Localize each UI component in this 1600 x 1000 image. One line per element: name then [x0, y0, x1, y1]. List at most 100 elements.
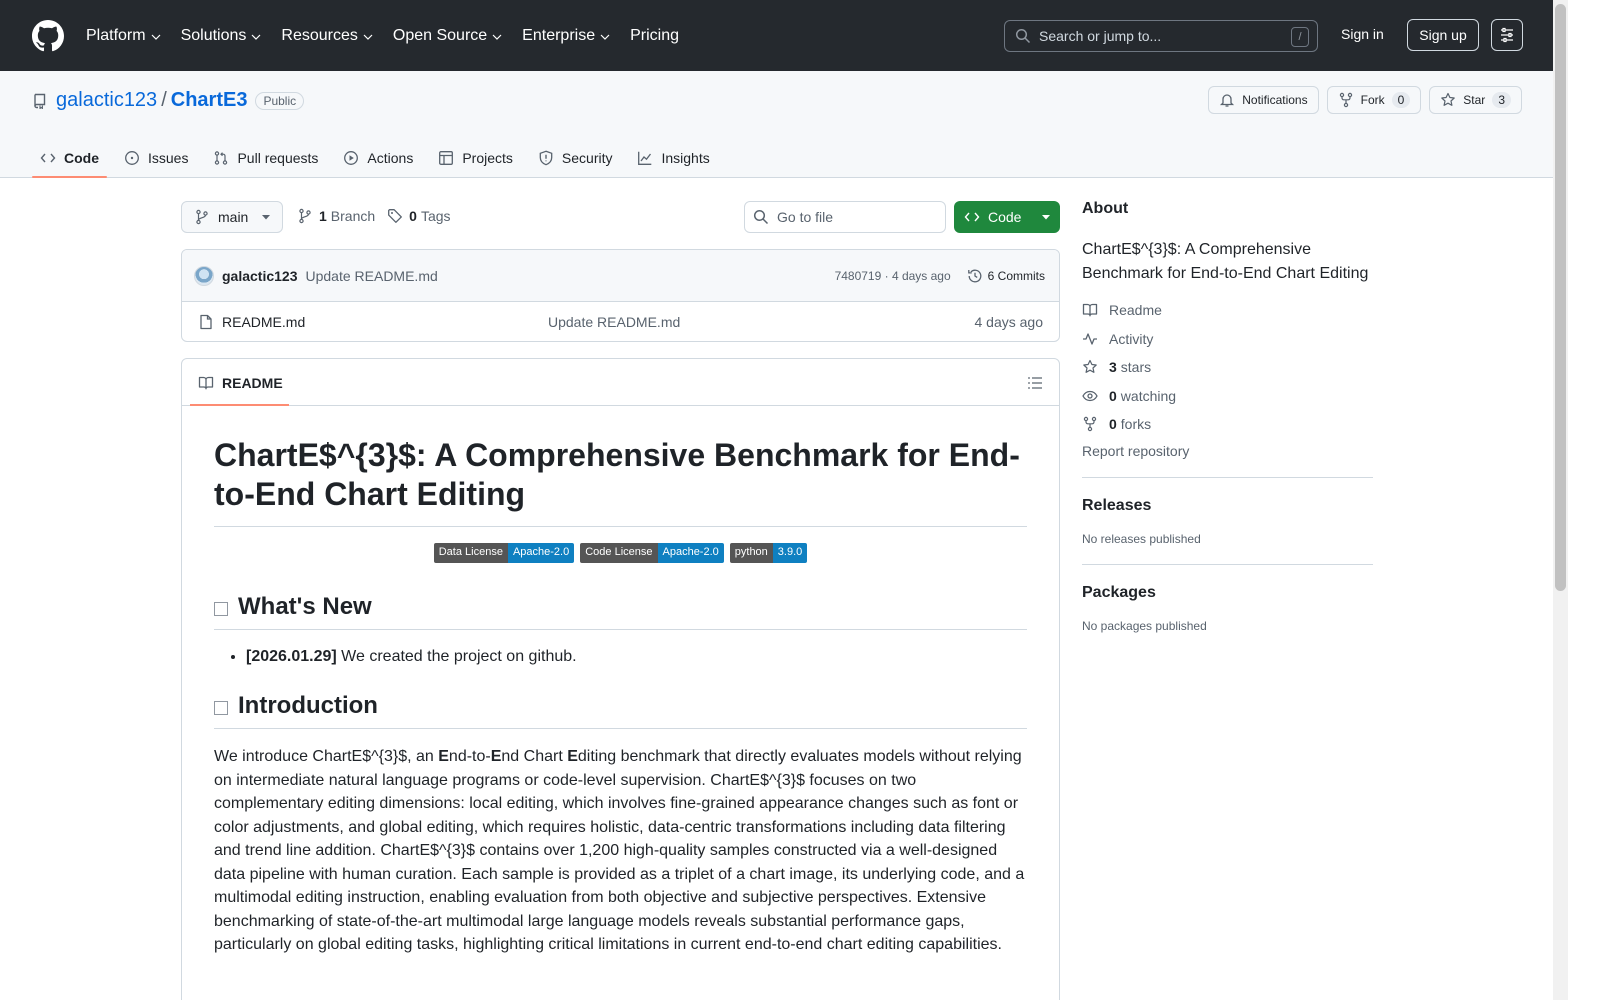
search-placeholder: Search or jump to... — [1039, 28, 1162, 44]
sign-in-link[interactable]: Sign in — [1341, 26, 1384, 42]
branch-select-button[interactable]: main — [181, 201, 283, 233]
caret-down-icon — [262, 214, 270, 219]
divider — [1082, 563, 1373, 565]
nav-pricing[interactable]: Pricing — [630, 27, 679, 45]
outline-button[interactable] — [1027, 375, 1043, 391]
play-icon — [344, 151, 359, 165]
badge-python[interactable]: python 3.9.0 — [729, 543, 808, 563]
tab-label: Actions — [367, 150, 414, 166]
commit-message[interactable]: Update README.md — [306, 268, 438, 284]
tag-count: 0 — [409, 208, 417, 224]
whats-new-heading: What's New — [214, 593, 1027, 630]
settings-menu-button[interactable] — [1491, 19, 1523, 51]
tab-label: Pull requests — [237, 150, 319, 166]
star-icon — [1083, 360, 1097, 374]
badge-label: Data License — [433, 543, 508, 563]
badges: Data License Apache-2.0 Code License Apach… — [214, 543, 1027, 563]
repo-icon — [34, 93, 46, 109]
report-repository-link[interactable]: Report repository — [1082, 443, 1373, 459]
notifications-button[interactable]: Notifications — [1208, 86, 1319, 114]
forks-count: 0 — [1109, 416, 1117, 433]
repo-name-link[interactable]: ChartE3 — [171, 89, 248, 112]
tab-projects[interactable]: Projects — [430, 139, 521, 177]
tab-insights[interactable]: Insights — [629, 139, 717, 177]
tab-security[interactable]: Security — [530, 139, 621, 177]
code-button[interactable]: Code — [954, 201, 1060, 233]
tab-label: Issues — [148, 150, 189, 166]
tab-code[interactable]: Code — [32, 139, 107, 178]
badge-data-license[interactable]: Data License Apache-2.0 — [433, 543, 575, 563]
badge-label: python — [729, 543, 773, 563]
intro-bold: E — [490, 748, 502, 765]
nav-label: Enterprise — [522, 26, 596, 44]
chevron-down-icon — [251, 34, 261, 40]
tab-actions[interactable]: Actions — [335, 139, 421, 177]
stars-label: stars — [1120, 359, 1152, 376]
shield-icon — [539, 150, 553, 166]
badge-label: Code License — [580, 543, 658, 563]
scrollbar-thumb[interactable] — [1555, 4, 1566, 591]
search-input[interactable]: Search or jump to... / — [1004, 20, 1318, 52]
stars-link[interactable]: 3 stars — [1082, 353, 1373, 382]
page-scrollbar[interactable] — [1553, 0, 1568, 1000]
activity-link[interactable]: Activity — [1082, 325, 1373, 354]
nav-enterprise[interactable]: Enterprise — [522, 27, 610, 45]
bell-icon — [1220, 94, 1235, 107]
intro-bold: E — [438, 748, 449, 765]
repo-separator: / — [161, 89, 167, 111]
nav-platform[interactable]: Platform — [86, 27, 161, 45]
commit-author[interactable]: galactic123 — [222, 268, 298, 284]
introduction-heading: Introduction — [214, 692, 1027, 729]
go-to-file-input[interactable]: Go to file — [744, 201, 946, 233]
tab-issues[interactable]: Issues — [116, 139, 196, 177]
watching-link[interactable]: 0 watching — [1082, 382, 1373, 411]
repo-owner-link[interactable]: galactic123 — [56, 89, 157, 112]
forks-link[interactable]: 0 forks — [1082, 410, 1373, 439]
badge-code-license[interactable]: Code License Apache-2.0 — [580, 543, 724, 563]
readme-title: ChartE$^{3}$: A Comprehensive Benchmark … — [214, 406, 1027, 527]
badge-value: Apache-2.0 — [507, 543, 575, 563]
divider — [1082, 476, 1373, 478]
tags-link[interactable]: 0 Tags — [387, 208, 451, 224]
nav-resources[interactable]: Resources — [281, 27, 373, 45]
star-icon — [1441, 92, 1456, 106]
fork-button[interactable]: Fork 0 — [1326, 86, 1422, 114]
star-button[interactable]: Star 3 — [1429, 86, 1522, 114]
badge-value: Apache-2.0 — [657, 543, 724, 563]
tag-label: Tags — [420, 208, 451, 224]
branch-icon — [196, 209, 208, 225]
search-shortcut-key: / — [1291, 27, 1309, 47]
github-logo-icon[interactable] — [32, 19, 64, 52]
introduction-paragraph: We introduce ChartE$^{3}$, an End-to-End… — [214, 745, 1027, 957]
packages-heading[interactable]: Packages — [1082, 584, 1373, 602]
badge-value: 3.9.0 — [772, 543, 808, 563]
fork-icon — [1339, 92, 1352, 108]
releases-heading[interactable]: Releases — [1082, 497, 1373, 515]
branches-link[interactable]: 1 Branch — [297, 208, 375, 224]
intro-bold: E — [567, 748, 578, 765]
commit-meta[interactable]: 7480719 · 4 days ago — [835, 269, 951, 283]
avatar[interactable] — [194, 265, 214, 286]
visibility-badge: Public — [255, 91, 305, 110]
intro-text: nd-to- — [448, 748, 491, 765]
graph-icon — [638, 151, 652, 165]
intro-text: nd Chart — [501, 748, 568, 765]
tab-label: Insights — [661, 150, 710, 166]
readme-panel: README ChartE$^{3}$: A Comprehensive Ben… — [181, 358, 1060, 1000]
nav-solutions[interactable]: Solutions — [181, 27, 262, 45]
sign-up-button[interactable]: Sign up — [1407, 19, 1479, 51]
nav-open-source[interactable]: Open Source — [393, 27, 502, 45]
readme-tab-label: README — [222, 374, 283, 391]
file-name[interactable]: README.md — [222, 314, 305, 330]
readme-tab[interactable]: README — [190, 359, 289, 406]
file-commit-message[interactable]: Update README.md — [548, 314, 680, 330]
commits-link[interactable]: 6 Commits — [967, 268, 1045, 284]
file-row[interactable]: README.md Update README.md 4 days ago — [182, 302, 1059, 341]
readme-link[interactable]: Readme — [1082, 296, 1373, 325]
branch-name: main — [218, 209, 249, 225]
nav-label: Solutions — [180, 26, 247, 44]
branch-icon — [299, 208, 311, 224]
repo-header: galactic123 / ChartE3 Public Notificatio… — [0, 71, 1568, 178]
chevron-down-icon — [600, 34, 610, 40]
tab-pull-requests[interactable]: Pull requests — [205, 139, 326, 177]
